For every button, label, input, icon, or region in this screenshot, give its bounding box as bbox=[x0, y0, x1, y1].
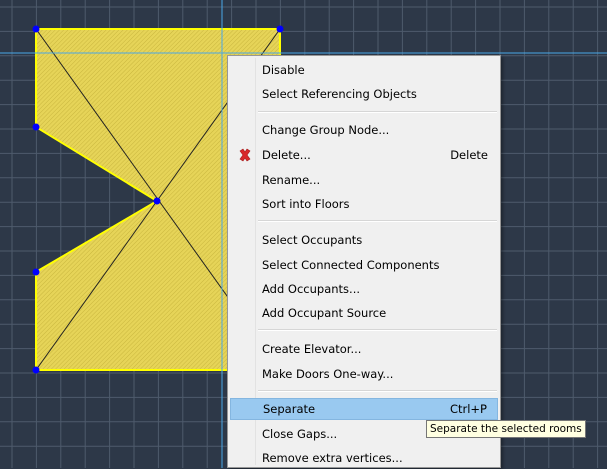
menu-item-label: Create Elevator... bbox=[262, 342, 362, 356]
menu-item-make-doors-one-way[interactable]: Make Doors One-way... bbox=[230, 363, 498, 385]
menu-item-create-elevator[interactable]: Create Elevator... bbox=[230, 338, 498, 360]
menu-item-select-occupants[interactable]: Select Occupants bbox=[230, 229, 498, 251]
menu-separator bbox=[258, 220, 497, 222]
menu-item-separate[interactable]: Separate Ctrl+P bbox=[230, 398, 498, 420]
menu-separator bbox=[258, 329, 497, 331]
menu-item-shortcut: Delete bbox=[450, 148, 488, 162]
menu-item-label: Separate bbox=[263, 402, 316, 416]
menu-item-label: Add Occupant Source bbox=[262, 306, 387, 320]
menu-item-remove-extra-vertices[interactable]: Remove extra vertices... bbox=[230, 447, 498, 469]
menu-item-label: Change Group Node... bbox=[262, 123, 390, 137]
menu-item-select-referencing-objects[interactable]: Select Referencing Objects bbox=[230, 83, 498, 105]
vertex[interactable] bbox=[32, 268, 40, 276]
menu-item-label: Rename... bbox=[262, 173, 321, 187]
menu-item-label: Select Occupants bbox=[262, 233, 363, 247]
menu-item-add-occupant-source[interactable]: Add Occupant Source bbox=[230, 302, 498, 324]
vertex[interactable] bbox=[32, 25, 40, 33]
menu-item-label: Remove extra vertices... bbox=[262, 451, 403, 465]
menu-item-label: Select Referencing Objects bbox=[262, 87, 417, 101]
menu-separator bbox=[258, 111, 497, 113]
menu-item-label: Delete... bbox=[262, 148, 311, 162]
menu-item-disable[interactable]: Disable bbox=[230, 59, 498, 81]
menu-item-shortcut: Ctrl+P bbox=[449, 402, 487, 416]
menu-item-label: Sort into Floors bbox=[262, 197, 350, 211]
menu-item-select-connected-components[interactable]: Select Connected Components bbox=[230, 254, 498, 276]
menu-item-label: Disable bbox=[262, 63, 305, 77]
vertex[interactable] bbox=[276, 25, 284, 33]
vertex[interactable] bbox=[153, 197, 161, 205]
delete-x-icon bbox=[239, 148, 251, 162]
context-menu: Disable Select Referencing Objects Chang… bbox=[227, 55, 501, 468]
menu-item-change-group-node[interactable]: Change Group Node... bbox=[230, 119, 498, 141]
menu-item-rename[interactable]: Rename... bbox=[230, 169, 498, 191]
menu-item-add-occupants[interactable]: Add Occupants... bbox=[230, 278, 498, 300]
vertex[interactable] bbox=[32, 123, 40, 131]
menu-item-delete[interactable]: Delete... Delete bbox=[230, 144, 498, 166]
menu-item-label: Make Doors One-way... bbox=[262, 367, 394, 381]
menu-item-label: Close Gaps... bbox=[262, 427, 338, 441]
vertex[interactable] bbox=[32, 366, 40, 374]
menu-separator bbox=[258, 390, 497, 392]
menu-item-sort-into-floors[interactable]: Sort into Floors bbox=[230, 193, 498, 215]
tooltip: Separate the selected rooms bbox=[426, 420, 586, 438]
menu-item-label: Add Occupants... bbox=[262, 282, 361, 296]
menu-item-label: Select Connected Components bbox=[262, 258, 440, 272]
